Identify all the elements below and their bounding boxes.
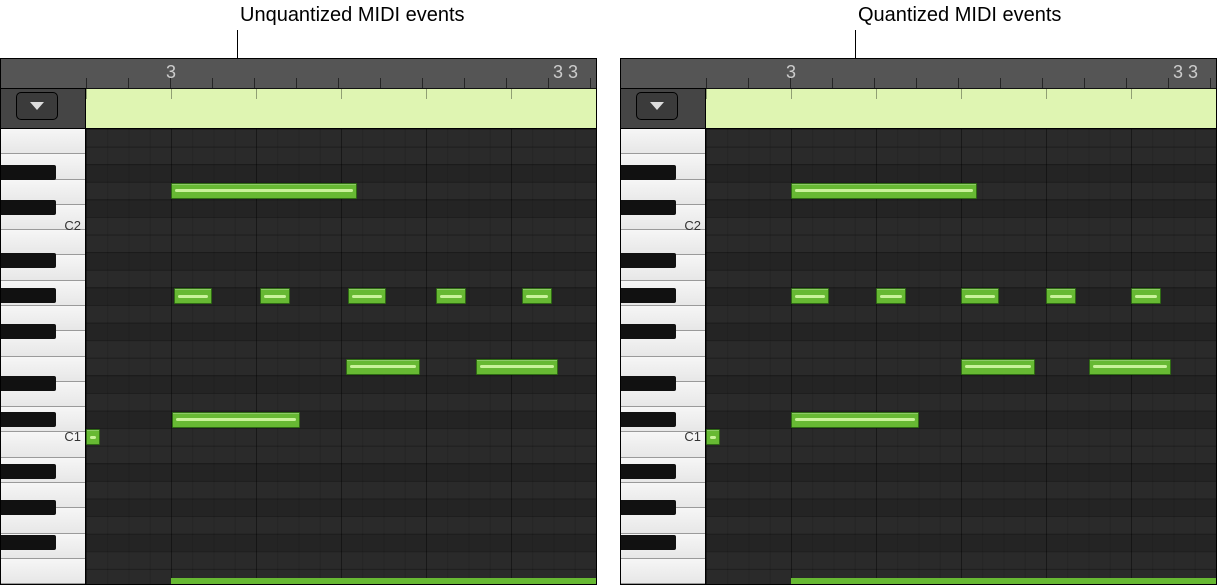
midi-note[interactable] (171, 183, 357, 199)
chevron-down-icon (30, 102, 44, 110)
midi-note[interactable] (961, 288, 999, 304)
midi-note[interactable] (348, 288, 386, 304)
white-key[interactable] (621, 129, 705, 154)
white-key[interactable] (1, 230, 85, 255)
midi-note[interactable] (1046, 288, 1076, 304)
midi-note[interactable] (522, 288, 552, 304)
black-key[interactable] (1, 165, 56, 180)
white-key[interactable] (621, 559, 705, 584)
key-label: C1 (684, 429, 701, 444)
key-label: C2 (64, 218, 81, 233)
black-key[interactable] (1, 412, 56, 427)
ruler-marker-2: 3 3 (553, 62, 578, 83)
midi-note[interactable] (1089, 359, 1171, 375)
black-key[interactable] (621, 288, 676, 303)
piano-roll-quantized: 3 3 3 C2C1C0 (620, 58, 1217, 585)
chevron-down-icon (650, 102, 664, 110)
grid-bottom-highlight (791, 578, 1216, 584)
white-key[interactable] (621, 230, 705, 255)
black-key[interactable] (621, 500, 676, 515)
black-key[interactable] (621, 535, 676, 550)
black-key[interactable] (1, 200, 56, 215)
black-key[interactable] (1, 324, 56, 339)
callout-unquantized: Unquantized MIDI events (240, 4, 465, 27)
midi-note[interactable] (86, 429, 100, 445)
callout-quantized: Quantized MIDI events (858, 4, 1061, 27)
black-key[interactable] (621, 376, 676, 391)
grid-bottom-highlight (171, 578, 596, 584)
view-menu-button[interactable] (636, 92, 678, 120)
midi-note[interactable] (172, 412, 300, 428)
region-strip[interactable] (86, 89, 596, 129)
ruler-marker-1: 3 (786, 62, 796, 83)
black-key[interactable] (1, 376, 56, 391)
black-key[interactable] (621, 253, 676, 268)
midi-note[interactable] (791, 183, 977, 199)
black-key[interactable] (621, 324, 676, 339)
key-label: C1 (64, 429, 81, 444)
midi-note[interactable] (791, 412, 919, 428)
black-key[interactable] (621, 200, 676, 215)
region-strip[interactable] (706, 89, 1216, 129)
midi-note[interactable] (876, 288, 906, 304)
ruler-marker-1: 3 (166, 62, 176, 83)
note-grid[interactable] (86, 129, 596, 584)
time-ruler[interactable]: 3 3 3 (86, 59, 596, 89)
black-key[interactable] (621, 412, 676, 427)
black-key[interactable] (1, 535, 56, 550)
midi-note[interactable] (791, 288, 829, 304)
key-label: C2 (684, 218, 701, 233)
midi-note[interactable] (436, 288, 466, 304)
time-ruler[interactable]: 3 3 3 (706, 59, 1216, 89)
midi-note[interactable] (706, 429, 720, 445)
midi-note[interactable] (260, 288, 290, 304)
white-key[interactable] (1, 559, 85, 584)
note-grid[interactable] (706, 129, 1216, 584)
midi-note[interactable] (476, 359, 558, 375)
view-menu-button[interactable] (16, 92, 58, 120)
midi-note[interactable] (1131, 288, 1161, 304)
ruler-marker-2: 3 3 (1173, 62, 1198, 83)
piano-keyboard[interactable]: C2C1C0 (1, 129, 86, 584)
white-key[interactable] (1, 129, 85, 154)
black-key[interactable] (621, 165, 676, 180)
black-key[interactable] (1, 288, 56, 303)
piano-keyboard[interactable]: C2C1C0 (621, 129, 706, 584)
midi-note[interactable] (961, 359, 1035, 375)
black-key[interactable] (1, 464, 56, 479)
midi-note[interactable] (174, 288, 212, 304)
black-key[interactable] (1, 500, 56, 515)
midi-note[interactable] (346, 359, 420, 375)
piano-roll-unquantized: 3 3 3 C2C1C0 (0, 58, 597, 585)
black-key[interactable] (1, 253, 56, 268)
black-key[interactable] (621, 464, 676, 479)
